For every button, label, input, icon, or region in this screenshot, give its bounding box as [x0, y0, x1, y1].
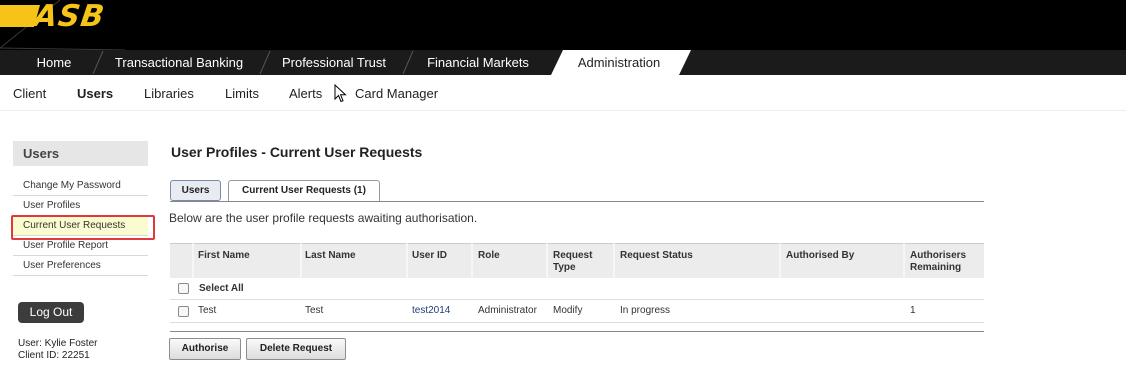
subnav-limits[interactable]: Limits: [225, 86, 259, 101]
nav-administration[interactable]: Administration: [560, 50, 678, 75]
subnav-card-manager[interactable]: Card Manager: [355, 86, 438, 101]
tab-users[interactable]: Users: [170, 180, 221, 201]
sidebar-item-user-profiles[interactable]: User Profiles: [13, 196, 148, 216]
cell-role: Administrator: [478, 305, 537, 316]
cell-request-type: Modify: [553, 305, 583, 316]
sidebar-item-user-preferences[interactable]: User Preferences: [13, 256, 148, 276]
nav-home[interactable]: Home: [22, 50, 86, 75]
tab-current-user-requests[interactable]: Current User Requests (1): [228, 180, 380, 202]
delete-request-button[interactable]: Delete Request: [246, 338, 346, 360]
logout-button[interactable]: Log Out: [18, 302, 84, 323]
table-bottom-rule: [170, 331, 984, 332]
nav-transactional-banking[interactable]: Transactional Banking: [104, 50, 254, 75]
sidebar-heading: Users: [13, 141, 148, 166]
sidebar-item-change-password[interactable]: Change My Password: [13, 176, 148, 196]
subnav-libraries[interactable]: Libraries: [144, 86, 194, 101]
cell-user-id-link[interactable]: test2014: [412, 305, 450, 316]
intro-text: Below are the user profile requests awai…: [169, 211, 478, 225]
nav-separator: [402, 50, 414, 75]
user-name-label: User: Kylie Foster: [18, 338, 98, 349]
asb-logo[interactable]: ASB: [32, 0, 108, 34]
select-all-checkbox[interactable]: [178, 283, 189, 294]
nav-separator: [92, 50, 104, 75]
row-checkbox[interactable]: [178, 306, 189, 317]
select-all-label: Select All: [199, 283, 244, 294]
row-divider: [170, 322, 984, 323]
client-id-label: Client ID: 22251: [18, 350, 90, 361]
nav-financial-markets[interactable]: Financial Markets: [414, 50, 542, 75]
cell-request-status: In progress: [620, 305, 671, 316]
cell-last-name: Test: [305, 305, 324, 316]
sidebar-item-user-profile-report[interactable]: User Profile Report: [13, 236, 148, 256]
mouse-cursor-icon: [334, 84, 347, 103]
row-divider: [170, 299, 984, 300]
tab-divider: [170, 201, 984, 202]
cell-authorisers-remaining: 1: [910, 305, 916, 316]
subnav-users[interactable]: Users: [77, 86, 113, 101]
subnav-alerts[interactable]: Alerts: [289, 86, 322, 101]
nav-separator: [259, 50, 271, 75]
authorise-button[interactable]: Authorise: [169, 338, 241, 360]
nav-professional-trust[interactable]: Professional Trust: [272, 50, 396, 75]
subnav-client[interactable]: Client: [13, 86, 46, 101]
header-column-dividers: [192, 243, 905, 278]
sidebar-item-current-user-requests[interactable]: Current User Requests: [13, 216, 148, 236]
cell-first-name: Test: [198, 305, 217, 316]
page-title: User Profiles - Current User Requests: [171, 144, 423, 160]
